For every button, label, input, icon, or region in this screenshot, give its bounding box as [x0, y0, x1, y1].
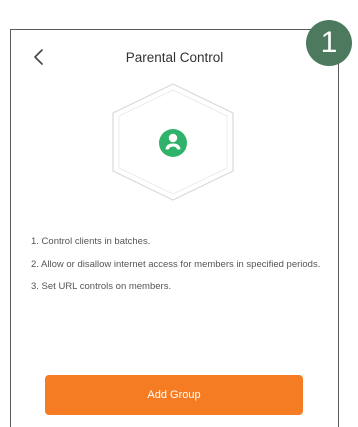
user-group-icon — [159, 129, 187, 157]
feature-item: 1. Control clients in batches. — [31, 236, 151, 247]
hexagon-illustration — [106, 82, 240, 202]
feature-list: 1. Control clients in batches. 2. Allow … — [31, 236, 321, 304]
page-title: Parental Control — [125, 50, 224, 65]
feature-item: 3. Set URL controls on members. — [31, 281, 172, 292]
step-badge: 1 — [306, 20, 352, 66]
app-screen: Parental Control 1. Control clients in b… — [10, 29, 339, 427]
feature-item: 2. Allow or disallow internet access for… — [31, 258, 321, 270]
add-group-button[interactable]: Add Group — [45, 375, 303, 415]
top-bar: Parental Control — [11, 30, 338, 76]
